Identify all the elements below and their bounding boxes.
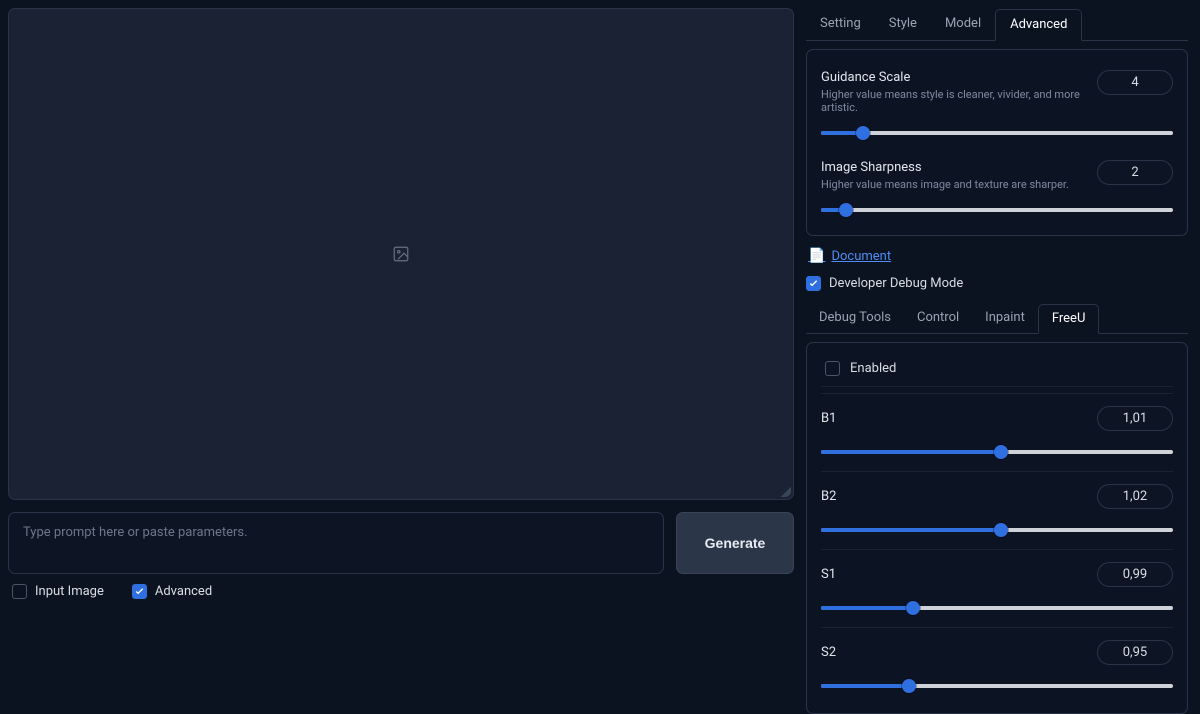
tab-advanced[interactable]: Advanced xyxy=(995,9,1082,41)
advanced-label: Advanced xyxy=(155,584,212,599)
sharpness-param: Image Sharpness Higher value means image… xyxy=(821,154,1173,221)
guidance-value[interactable]: 4 xyxy=(1097,70,1173,95)
s1-value[interactable]: 0,99 xyxy=(1097,562,1173,587)
b1-value[interactable]: 1,01 xyxy=(1097,406,1173,431)
debug-mode-label: Developer Debug Mode xyxy=(829,276,963,291)
freeu-s2-param: S2 0,95 xyxy=(821,627,1173,699)
subtab-freeu[interactable]: FreeU xyxy=(1038,304,1100,334)
freeu-b2-param: B2 1,02 xyxy=(821,471,1173,543)
guidance-scale-param: Guidance Scale Higher value means style … xyxy=(821,64,1173,144)
advanced-panel: Guidance Scale Higher value means style … xyxy=(806,49,1188,236)
freeu-enabled-label: Enabled xyxy=(850,361,896,376)
tab-model[interactable]: Model xyxy=(931,9,995,41)
subtab-control[interactable]: Control xyxy=(904,304,972,334)
tab-setting[interactable]: Setting xyxy=(806,9,875,41)
s2-slider[interactable] xyxy=(821,679,1173,693)
sharpness-value[interactable]: 2 xyxy=(1097,160,1173,185)
b1-slider[interactable] xyxy=(821,445,1173,459)
s2-value[interactable]: 0,95 xyxy=(1097,640,1173,665)
image-placeholder-icon xyxy=(392,245,410,263)
document-link[interactable]: 📄 Document xyxy=(806,236,1188,274)
subtab-inpaint[interactable]: Inpaint xyxy=(972,304,1038,334)
advanced-checkbox[interactable]: Advanced xyxy=(132,584,212,599)
debug-mode-checkbox[interactable]: Developer Debug Mode xyxy=(806,276,1188,291)
guidance-desc: Higher value means style is cleaner, viv… xyxy=(821,88,1085,114)
s1-slider[interactable] xyxy=(821,601,1173,615)
guidance-slider[interactable] xyxy=(821,126,1173,140)
output-canvas[interactable] xyxy=(8,8,794,500)
b2-label: B2 xyxy=(821,489,836,504)
document-icon: 📄 xyxy=(808,248,825,264)
prompt-input[interactable] xyxy=(8,512,664,574)
guidance-title: Guidance Scale xyxy=(821,70,1085,85)
sharpness-slider[interactable] xyxy=(821,203,1173,217)
b2-value[interactable]: 1,02 xyxy=(1097,484,1173,509)
freeu-b1-param: B1 1,01 xyxy=(821,393,1173,465)
document-link-text: Document xyxy=(831,249,891,264)
freeu-enabled-checkbox[interactable]: Enabled xyxy=(825,361,896,376)
sharpness-desc: Higher value means image and texture are… xyxy=(821,178,1069,191)
input-image-checkbox[interactable]: Input Image xyxy=(12,584,104,599)
b2-slider[interactable] xyxy=(821,523,1173,537)
subtab-debug-tools[interactable]: Debug Tools xyxy=(806,304,904,334)
tab-style[interactable]: Style xyxy=(875,9,931,41)
freeu-s1-param: S1 0,99 xyxy=(821,549,1173,621)
b1-label: B1 xyxy=(821,411,836,426)
sharpness-title: Image Sharpness xyxy=(821,160,1069,175)
s1-label: S1 xyxy=(821,567,836,582)
freeu-panel: Enabled B1 1,01 B2 1,02 S1 0,99 xyxy=(806,342,1188,714)
generate-button[interactable]: Generate xyxy=(676,512,794,574)
input-image-label: Input Image xyxy=(35,584,104,599)
s2-label: S2 xyxy=(821,645,836,660)
